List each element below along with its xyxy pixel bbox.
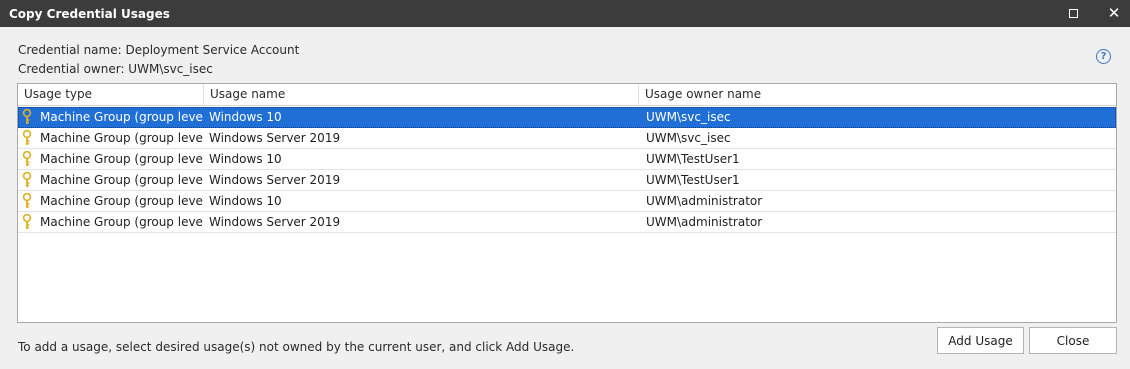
key-icon [22,172,32,187]
key-icon [22,214,32,229]
key-icon [22,151,32,166]
usage-type-cell: Machine Group (group level) [40,110,204,124]
usage-name-cell: Windows 10 [209,110,282,124]
maximize-icon [1068,9,1078,18]
usage-owner-cell: UWM\administrator [646,194,763,208]
close-button[interactable]: Close [1029,327,1117,354]
usage-name-cell: Windows 10 [209,152,282,166]
usage-owner-cell: UWM\TestUser1 [646,152,740,166]
usage-owner-cell: UWM\svc_isec [646,110,731,124]
key-icon [22,109,32,124]
usage-type-cell: Machine Group (group level) [40,215,204,229]
usage-owner-cell: UWM\TestUser1 [646,173,740,187]
usage-type-cell: Machine Group (group level) [40,152,204,166]
usage-name-cell: Windows Server 2019 [209,173,341,187]
usage-owner-cell: UWM\administrator [646,215,763,229]
column-header-usage-owner[interactable]: Usage owner name [639,84,1116,106]
copy-credential-usages-dialog: Copy Credential Usages ✕ Credential name… [0,0,1130,369]
add-usage-button[interactable]: Add Usage [937,327,1024,354]
credential-name: Credential name: Deployment Service Acco… [18,43,300,57]
key-icon [22,130,32,145]
column-header-usage-name[interactable]: Usage name [204,84,639,106]
usage-type-cell: Machine Group (group level) [40,131,204,145]
usage-type-cell: Machine Group (group level) [40,173,204,187]
usages-grid: Usage type Usage name Usage owner name M… [17,83,1117,323]
table-row[interactable]: Machine Group (group level) Windows Serve… [18,128,1116,149]
table-row[interactable]: Machine Group (group level) Windows Serve… [18,170,1116,191]
maximize-button[interactable] [1053,0,1093,27]
usage-name-cell: Windows Server 2019 [209,215,341,229]
key-icon [22,193,32,208]
column-header-usage-type[interactable]: Usage type [18,84,204,106]
table-row[interactable]: Machine Group (group level) Windows 10 UWM… [18,191,1116,212]
credential-owner: Credential owner: UWM\svc_isec [18,62,213,76]
table-row[interactable]: Machine Group (group level) Windows Serve… [18,212,1116,233]
table-row[interactable]: Machine Group (group level) Windows 10 UWM… [18,107,1116,128]
usage-owner-cell: UWM\svc_isec [646,131,731,145]
help-icon[interactable]: ? [1096,49,1111,64]
footer-hint: To add a usage, select desired usage(s) … [18,340,575,354]
close-icon: ✕ [1107,4,1121,22]
usage-type-cell: Machine Group (group level) [40,194,204,208]
usage-name-cell: Windows 10 [209,194,282,208]
close-window-button[interactable]: ✕ [1094,0,1130,27]
title-bar: Copy Credential Usages ✕ [0,0,1130,27]
window-title: Copy Credential Usages [9,6,170,21]
usage-name-cell: Windows Server 2019 [209,131,341,145]
table-row[interactable]: Machine Group (group level) Windows 10 UWM… [18,149,1116,170]
grid-header: Usage type Usage name Usage owner name [18,84,1116,106]
